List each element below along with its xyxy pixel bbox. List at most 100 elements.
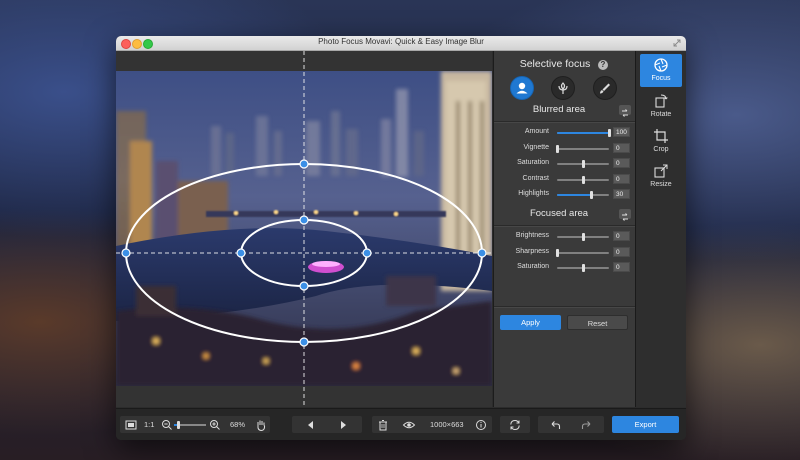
- history-controls: [538, 416, 604, 433]
- slider-highlights: Highlights 30: [494, 189, 635, 201]
- zoom-slider-thumb[interactable]: [177, 421, 180, 429]
- brush-mode-button[interactable]: [593, 76, 617, 100]
- slider-value-field[interactable]: 30: [613, 189, 630, 199]
- aperture-icon: [654, 58, 668, 72]
- slider-thumb[interactable]: [556, 248, 559, 257]
- preview-eye-icon[interactable]: [402, 418, 416, 432]
- slider-track[interactable]: [557, 129, 611, 137]
- slider-vignette: Vignette 0: [494, 142, 635, 155]
- slider-thumb[interactable]: [608, 129, 611, 137]
- slider-brightness: Brightness 0: [494, 231, 635, 243]
- slider-track[interactable]: [557, 264, 609, 272]
- slider-value-field[interactable]: 0: [613, 262, 630, 272]
- slider-thumb[interactable]: [556, 144, 559, 153]
- zoom-controls: 1:1 68%: [120, 416, 270, 433]
- separator: [494, 225, 635, 227]
- tool-crop[interactable]: Crop: [640, 125, 682, 158]
- slider-label: Saturation: [517, 263, 549, 270]
- slider-amount: Amount 100: [494, 127, 635, 139]
- zoom-level: 68%: [230, 420, 246, 429]
- actual-size-button[interactable]: 1:1: [144, 420, 154, 429]
- trash-icon[interactable]: [376, 418, 390, 432]
- slider-label: Saturation: [517, 159, 549, 166]
- slider-track[interactable]: [557, 160, 609, 168]
- undo-icon[interactable]: [548, 418, 562, 432]
- refresh-group: [500, 416, 530, 433]
- tool-label: Focus: [651, 75, 671, 82]
- slider-track[interactable]: [556, 144, 609, 153]
- slider-value-field[interactable]: 0: [613, 231, 630, 241]
- focused-reset-icon[interactable]: [619, 209, 631, 221]
- portrait-mode-button[interactable]: [510, 76, 534, 100]
- tool-focus[interactable]: Focus: [640, 54, 682, 87]
- hand-tool-icon[interactable]: [254, 418, 268, 432]
- slider-label: Sharpness: [515, 247, 549, 255]
- resize-icon: [654, 164, 668, 178]
- portrait-mode-icon: [516, 82, 528, 94]
- crop-icon: [654, 129, 668, 143]
- zoom-out-icon[interactable]: [160, 418, 174, 432]
- slider-value-field[interactable]: 0: [613, 142, 630, 153]
- macro-mode-icon: [558, 82, 568, 94]
- image-canvas[interactable]: [116, 51, 492, 407]
- export-button[interactable]: Export: [612, 416, 679, 433]
- rotate-icon: [655, 94, 668, 108]
- slider-value-field[interactable]: 100: [613, 127, 630, 137]
- slider-thumb[interactable]: [589, 191, 593, 199]
- slider-sharpness: Sharpness 0: [494, 246, 635, 259]
- zoom-in-icon[interactable]: [208, 418, 222, 432]
- slider-label: Contrast: [522, 174, 549, 182]
- tool-label: Rotate: [650, 111, 672, 118]
- separator: [494, 306, 635, 308]
- slider-thumb[interactable]: [582, 160, 585, 168]
- slider-thumb[interactable]: [582, 175, 585, 184]
- image-dimensions: 1000×663: [430, 420, 464, 429]
- slider-saturation: Saturation 0: [494, 158, 635, 170]
- tool-rotate[interactable]: Rotate: [640, 90, 682, 123]
- tools-sidebar: Focus Rotate Crop Resize: [635, 51, 686, 407]
- redo-icon[interactable]: [580, 418, 594, 432]
- macro-mode-button[interactable]: [551, 76, 575, 100]
- slider-value-field[interactable]: 0: [613, 173, 630, 184]
- slider-thumb[interactable]: [582, 233, 585, 241]
- outer-handle-top: [299, 159, 309, 169]
- refresh-icon[interactable]: [508, 418, 522, 432]
- brush-mode-icon: [600, 83, 610, 94]
- help-icon[interactable]: ?: [598, 60, 608, 70]
- slider-track[interactable]: [556, 248, 609, 257]
- slider-fill: [557, 194, 591, 196]
- slider-track[interactable]: [557, 191, 609, 199]
- slider-fill: [557, 132, 609, 134]
- previous-image-icon[interactable]: [304, 418, 318, 432]
- bottom-toolbar: 1:1 68% 1000×663 Export: [116, 408, 686, 440]
- inner-handle-right: [362, 248, 372, 258]
- slider-value-field[interactable]: 0: [613, 246, 630, 257]
- fit-to-screen-icon[interactable]: [124, 418, 138, 432]
- slider-track[interactable]: [557, 233, 609, 241]
- slider-saturation: Saturation 0: [494, 262, 635, 274]
- slider-contrast: Contrast 0: [494, 173, 635, 186]
- slider-value-field[interactable]: 0: [613, 158, 630, 168]
- outer-handle-left: [121, 248, 131, 258]
- info-icon[interactable]: [474, 418, 488, 432]
- next-image-icon[interactable]: [336, 418, 350, 432]
- focus-overlay[interactable]: [116, 51, 492, 407]
- title-bar: Photo Focus Movavi: Quick & Easy Image B…: [116, 36, 686, 51]
- navigation-controls: [292, 416, 362, 433]
- blurred-reset-icon[interactable]: [619, 105, 631, 117]
- slider-label: Brightness: [515, 232, 549, 239]
- inner-handle-top: [299, 215, 309, 225]
- app-window: Photo Focus Movavi: Quick & Easy Image B…: [116, 36, 686, 440]
- apply-button[interactable]: Apply: [500, 315, 561, 330]
- zoom-slider[interactable]: [174, 421, 206, 429]
- slider-thumb[interactable]: [582, 264, 585, 272]
- slider-track[interactable]: [557, 175, 609, 184]
- selective-focus-panel: Selective focus ? Blurred area Amount 10…: [493, 51, 635, 407]
- fullscreen-icon[interactable]: [673, 39, 681, 47]
- tool-label: Resize: [650, 181, 672, 188]
- slider-label: Vignette: [523, 143, 549, 151]
- window-title: Photo Focus Movavi: Quick & Easy Image B…: [318, 37, 484, 46]
- tool-label: Crop: [653, 146, 669, 153]
- reset-button[interactable]: Reset: [567, 315, 628, 330]
- tool-resize[interactable]: Resize: [640, 160, 682, 193]
